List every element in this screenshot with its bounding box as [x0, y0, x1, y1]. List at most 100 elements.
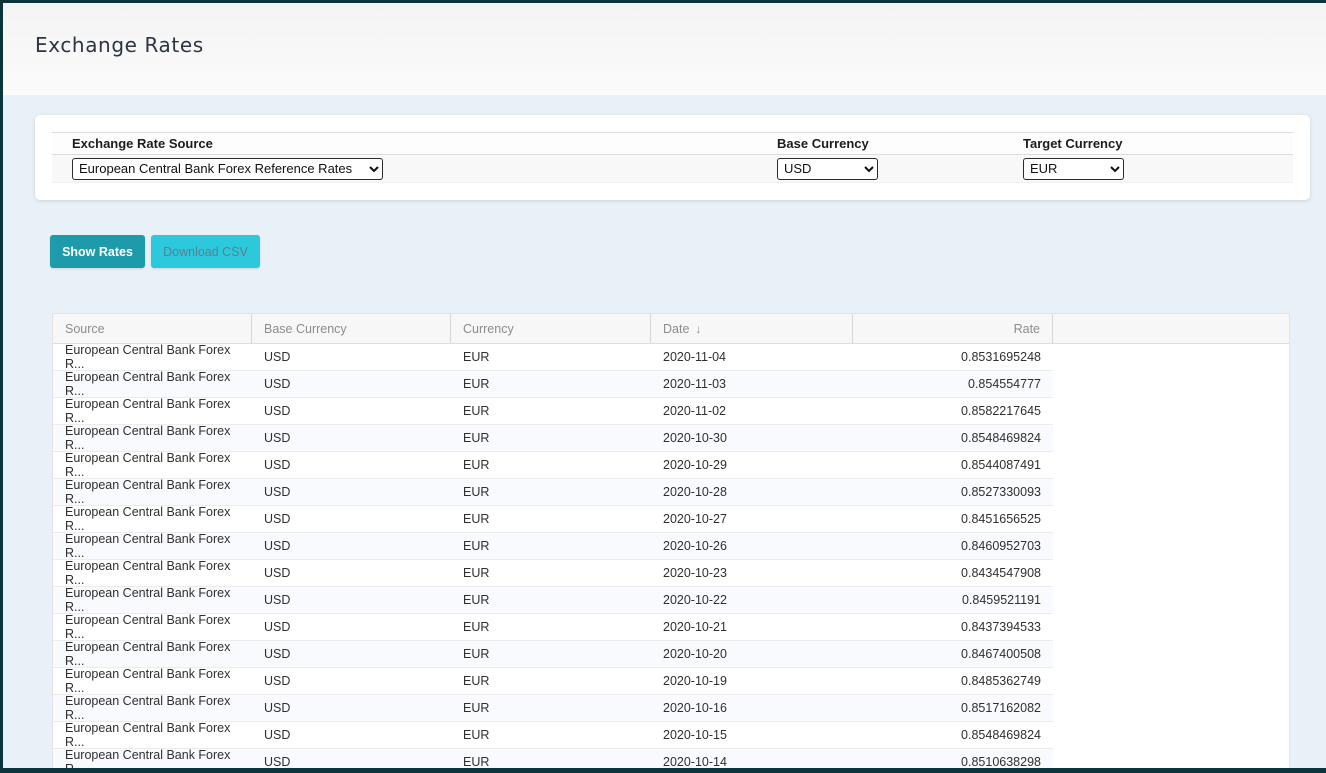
table-row: European Central Bank Forex R... USD EUR… — [53, 397, 1289, 425]
cell-rate: 0.8467400508 — [853, 641, 1053, 668]
cell-rate: 0.8517162082 — [853, 695, 1053, 722]
cell-rate: 0.854554777 — [853, 371, 1053, 398]
cell-currency: EUR — [451, 614, 651, 641]
cell-base-currency: USD — [252, 371, 451, 398]
show-rates-button[interactable]: Show Rates — [50, 235, 145, 268]
cell-date: 2020-10-20 — [651, 641, 853, 668]
cell-date: 2020-10-22 — [651, 587, 853, 614]
cell-filler — [1053, 587, 1289, 614]
cell-filler — [1053, 641, 1289, 668]
cell-source: European Central Bank Forex R... — [53, 640, 252, 668]
cell-currency: EUR — [451, 425, 651, 452]
cell-rate: 0.8459521191 — [853, 587, 1053, 614]
cell-date: 2020-10-29 — [651, 452, 853, 479]
cell-base-currency: USD — [252, 587, 451, 614]
table-header-row: Source Base Currency Currency Date ↓ Rat… — [53, 314, 1289, 344]
download-csv-button[interactable]: Download CSV — [151, 235, 260, 268]
cell-source: European Central Bank Forex R... — [53, 532, 252, 560]
cell-filler — [1053, 506, 1289, 533]
cell-rate: 0.8460952703 — [853, 533, 1053, 560]
base-currency-select[interactable]: USD — [777, 157, 878, 180]
table-row: European Central Bank Forex R... USD EUR… — [53, 694, 1289, 722]
target-currency-label: Target Currency — [1023, 135, 1123, 151]
cell-base-currency: USD — [252, 641, 451, 668]
cell-filler — [1053, 452, 1289, 479]
cell-date: 2020-11-02 — [651, 398, 853, 425]
table-row: European Central Bank Forex R... USD EUR… — [53, 505, 1289, 533]
window-frame-left — [0, 0, 3, 773]
cell-source: European Central Bank Forex R... — [53, 370, 252, 398]
table-row: European Central Bank Forex R... USD EUR… — [53, 343, 1289, 371]
cell-date: 2020-10-19 — [651, 668, 853, 695]
cell-rate: 0.8548469824 — [853, 722, 1053, 749]
cell-source: European Central Bank Forex R... — [53, 505, 252, 533]
cell-filler — [1053, 614, 1289, 641]
cell-date: 2020-10-26 — [651, 533, 853, 560]
cell-base-currency: USD — [252, 425, 451, 452]
cell-filler — [1053, 344, 1289, 371]
table-row: European Central Bank Forex R... USD EUR… — [53, 559, 1289, 587]
cell-currency: EUR — [451, 479, 651, 506]
table-row: European Central Bank Forex R... USD EUR… — [53, 532, 1289, 560]
cell-date: 2020-10-30 — [651, 425, 853, 452]
column-header-base-currency[interactable]: Base Currency — [252, 314, 451, 343]
cell-rate: 0.8527330093 — [853, 479, 1053, 506]
table-row: European Central Bank Forex R... USD EUR… — [53, 370, 1289, 398]
cell-base-currency: USD — [252, 344, 451, 371]
column-header-currency[interactable]: Currency — [451, 314, 651, 343]
rates-table: Source Base Currency Currency Date ↓ Rat… — [52, 313, 1290, 773]
column-header-rate[interactable]: Rate — [853, 314, 1053, 343]
cell-currency: EUR — [451, 506, 651, 533]
cell-currency: EUR — [451, 371, 651, 398]
filter-controls-row: European Central Bank Forex Reference Ra… — [52, 155, 1293, 183]
cell-rate: 0.8451656525 — [853, 506, 1053, 533]
table-row: European Central Bank Forex R... USD EUR… — [53, 451, 1289, 479]
cell-source: European Central Bank Forex R... — [53, 397, 252, 425]
filter-table: Exchange Rate Source Base Currency Targe… — [52, 132, 1293, 183]
cell-base-currency: USD — [252, 668, 451, 695]
table-row: European Central Bank Forex R... USD EUR… — [53, 478, 1289, 506]
table-row: European Central Bank Forex R... USD EUR… — [53, 424, 1289, 452]
cell-source: European Central Bank Forex R... — [53, 694, 252, 722]
column-header-date[interactable]: Date ↓ — [651, 314, 853, 343]
cell-currency: EUR — [451, 452, 651, 479]
exchange-rate-source-select[interactable]: European Central Bank Forex Reference Ra… — [72, 157, 383, 180]
cell-currency: EUR — [451, 344, 651, 371]
cell-source: European Central Bank Forex R... — [53, 559, 252, 587]
cell-rate: 0.8582217645 — [853, 398, 1053, 425]
cell-base-currency: USD — [252, 722, 451, 749]
table-row: European Central Bank Forex R... USD EUR… — [53, 586, 1289, 614]
cell-rate: 0.8548469824 — [853, 425, 1053, 452]
cell-base-currency: USD — [252, 533, 451, 560]
cell-currency: EUR — [451, 668, 651, 695]
cell-base-currency: USD — [252, 695, 451, 722]
table-body: European Central Bank Forex R... USD EUR… — [53, 343, 1289, 773]
column-header-source[interactable]: Source — [53, 314, 252, 343]
table-row: European Central Bank Forex R... USD EUR… — [53, 613, 1289, 641]
cell-currency: EUR — [451, 560, 651, 587]
cell-source: European Central Bank Forex R... — [53, 478, 252, 506]
cell-date: 2020-11-04 — [651, 344, 853, 371]
cell-filler — [1053, 695, 1289, 722]
page-header: Exchange Rates — [3, 3, 1326, 95]
cell-source: European Central Bank Forex R... — [53, 424, 252, 452]
table-row: European Central Bank Forex R... USD EUR… — [53, 667, 1289, 695]
table-row: European Central Bank Forex R... USD EUR… — [53, 640, 1289, 668]
window-frame-top — [0, 0, 1326, 3]
cell-filler — [1053, 668, 1289, 695]
cell-filler — [1053, 398, 1289, 425]
filter-labels-row: Exchange Rate Source Base Currency Targe… — [52, 132, 1293, 155]
cell-source: European Central Bank Forex R... — [53, 721, 252, 749]
cell-base-currency: USD — [252, 479, 451, 506]
cell-filler — [1053, 371, 1289, 398]
cell-date: 2020-10-16 — [651, 695, 853, 722]
cell-date: 2020-10-21 — [651, 614, 853, 641]
cell-filler — [1053, 722, 1289, 749]
cell-currency: EUR — [451, 641, 651, 668]
filter-card: Exchange Rate Source Base Currency Targe… — [35, 115, 1310, 200]
cell-source: European Central Bank Forex R... — [53, 451, 252, 479]
cell-source: European Central Bank Forex R... — [53, 613, 252, 641]
target-currency-select[interactable]: EUR — [1023, 157, 1124, 180]
cell-base-currency: USD — [252, 398, 451, 425]
sort-desc-icon: ↓ — [695, 321, 702, 336]
